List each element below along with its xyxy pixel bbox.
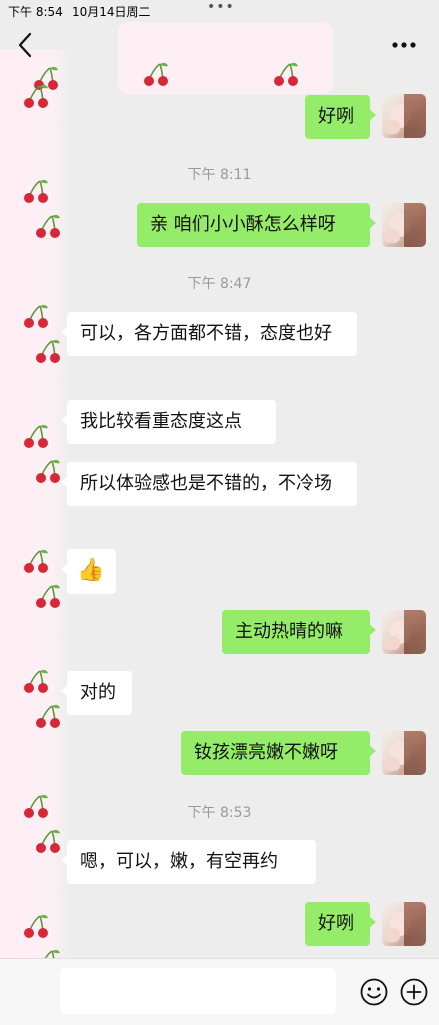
outgoing-message[interactable]: 好咧 (305, 95, 376, 139)
message-text: 所以体验感也是不错的，不冷场 (80, 473, 332, 494)
chevron-left-icon (18, 32, 32, 58)
outgoing-message[interactable]: 好咧 (305, 902, 376, 946)
message-text: 可以，各方面都不错，态度也好 (80, 323, 332, 344)
avatar[interactable] (382, 203, 426, 247)
time-divider: 下午 8:47 (187, 276, 252, 292)
message-text: 好咧 (318, 106, 354, 127)
back-button[interactable] (14, 28, 42, 62)
incoming-message[interactable]: 对的 (61, 671, 132, 715)
emoji-button[interactable] (359, 977, 389, 1007)
outgoing-message[interactable]: 钕孩漂亮嫩不嫩呀 (181, 731, 376, 775)
multitask-dots[interactable]: ••• (207, 0, 235, 15)
more-horizontal-icon (392, 42, 416, 48)
input-bar (0, 958, 439, 1025)
message-text: 对的 (80, 682, 116, 703)
outgoing-message[interactable]: 主动热晴的嘛 (222, 610, 376, 654)
thumbs-up-icon: 👍 (77, 558, 105, 583)
plus-button[interactable] (399, 977, 429, 1007)
status-time: 下午 8:54 (8, 5, 63, 19)
plus-circle-icon (400, 978, 428, 1006)
incoming-message[interactable]: 所以体验感也是不错的，不冷场 (61, 462, 357, 506)
incoming-message[interactable]: 👍 (61, 549, 116, 594)
message-text: 我比较看重态度这点 (80, 411, 242, 432)
status-bar: 下午 8:54 10月14日周二 ••• (0, 0, 439, 22)
chat-message-list[interactable]: 好咧 下午 8:11 亲 咱们小小酥怎么样呀 下午 8:47 可以，各方面都不错… (0, 68, 439, 958)
avatar[interactable] (382, 610, 426, 654)
status-date: 10月14日周二 (72, 5, 151, 19)
outgoing-message[interactable]: 亲 咱们小小酥怎么样呀 (137, 203, 376, 247)
incoming-message[interactable]: 可以，各方面都不错，态度也好 (61, 312, 357, 356)
message-text: 主动热晴的嘛 (235, 621, 343, 642)
avatar[interactable] (382, 731, 426, 775)
message-text: 嗯，可以，嫩，有空再约 (80, 851, 278, 872)
time-divider: 下午 8:11 (187, 167, 252, 183)
message-input[interactable] (60, 968, 336, 1014)
more-button[interactable] (389, 30, 419, 60)
time-divider: 下午 8:53 (187, 805, 252, 821)
message-text: 钕孩漂亮嫩不嫩呀 (194, 742, 338, 763)
incoming-message[interactable]: 我比较看重态度这点 (61, 400, 276, 444)
incoming-message[interactable]: 嗯，可以，嫩，有空再约 (61, 840, 316, 884)
chat-header (0, 22, 439, 68)
smiley-face-icon (360, 978, 388, 1006)
message-text: 好咧 (318, 913, 354, 934)
message-text: 亲 咱们小小酥怎么样呀 (150, 214, 336, 235)
avatar[interactable] (382, 94, 426, 138)
avatar[interactable] (382, 902, 426, 946)
